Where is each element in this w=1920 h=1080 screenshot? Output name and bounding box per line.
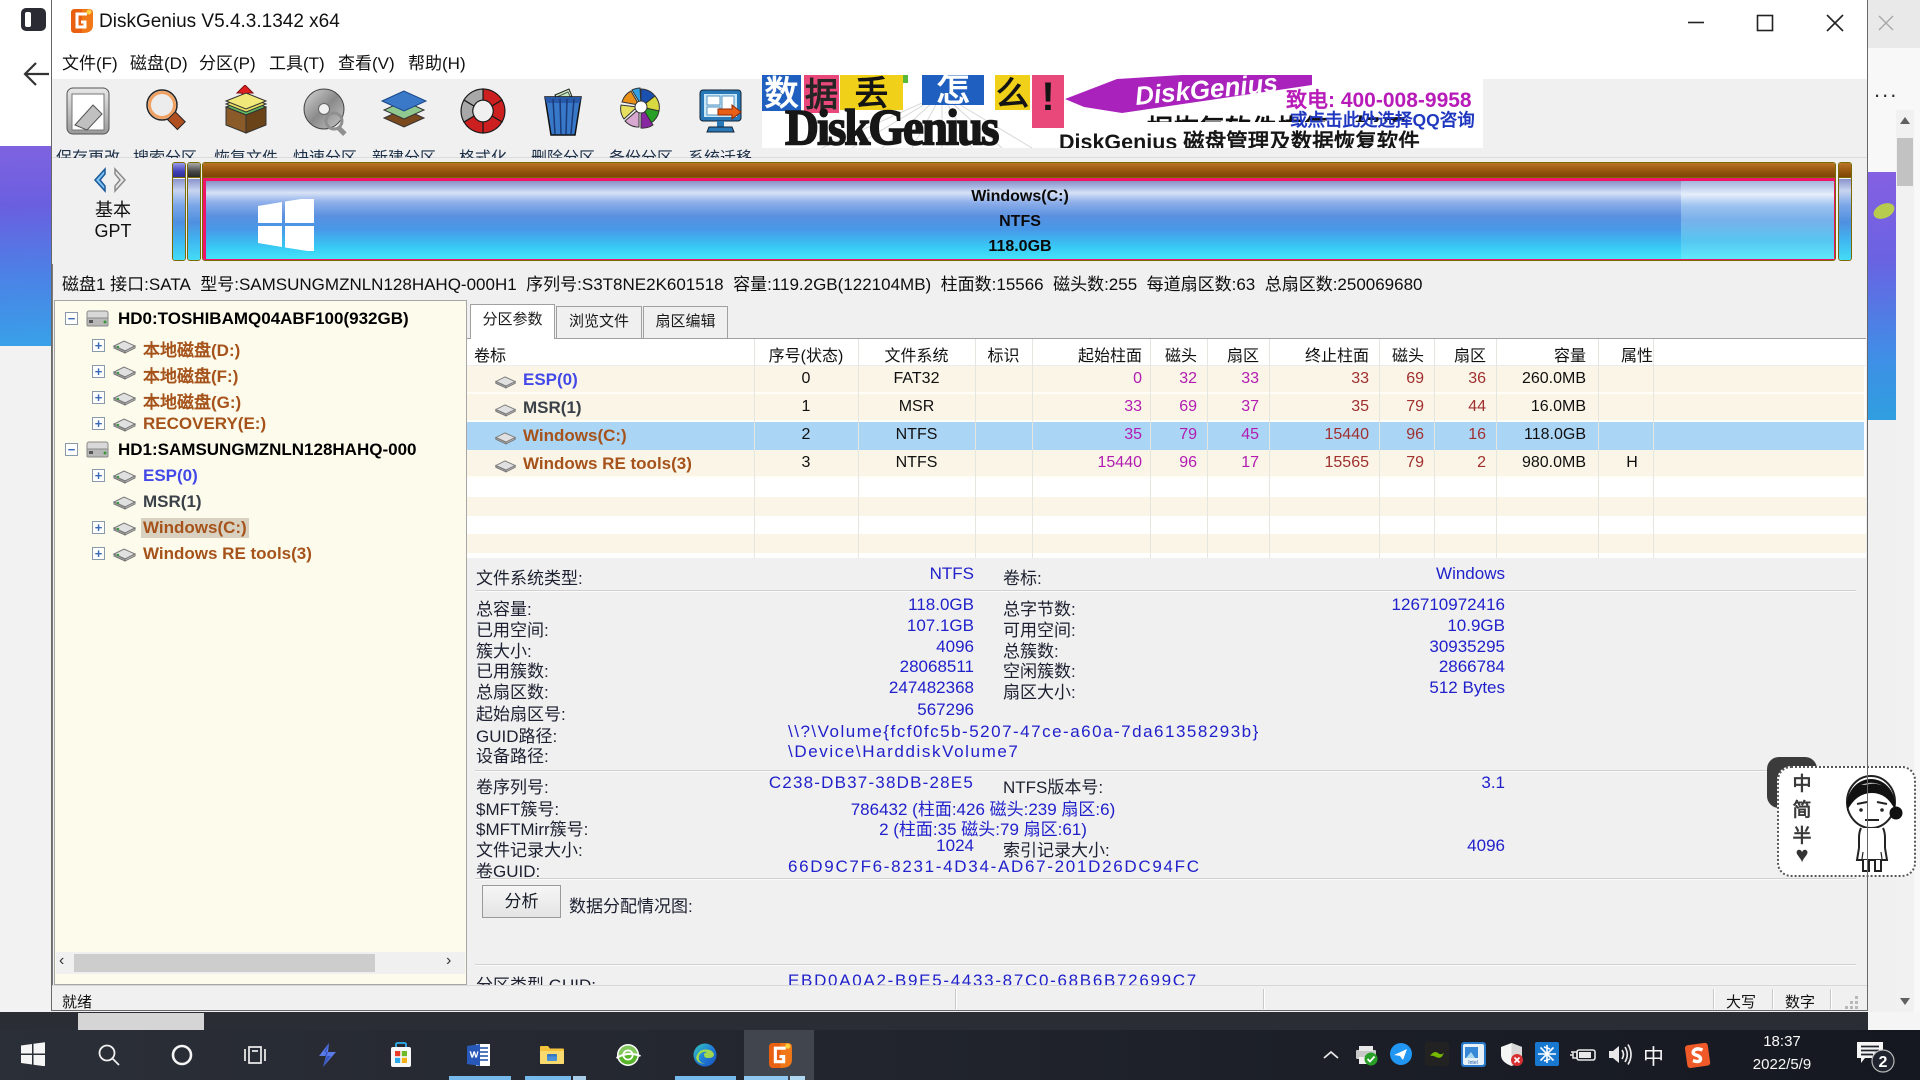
svg-text:2: 2 <box>1879 1054 1888 1071</box>
svg-text:Intel: Intel <box>1468 1060 1477 1066</box>
